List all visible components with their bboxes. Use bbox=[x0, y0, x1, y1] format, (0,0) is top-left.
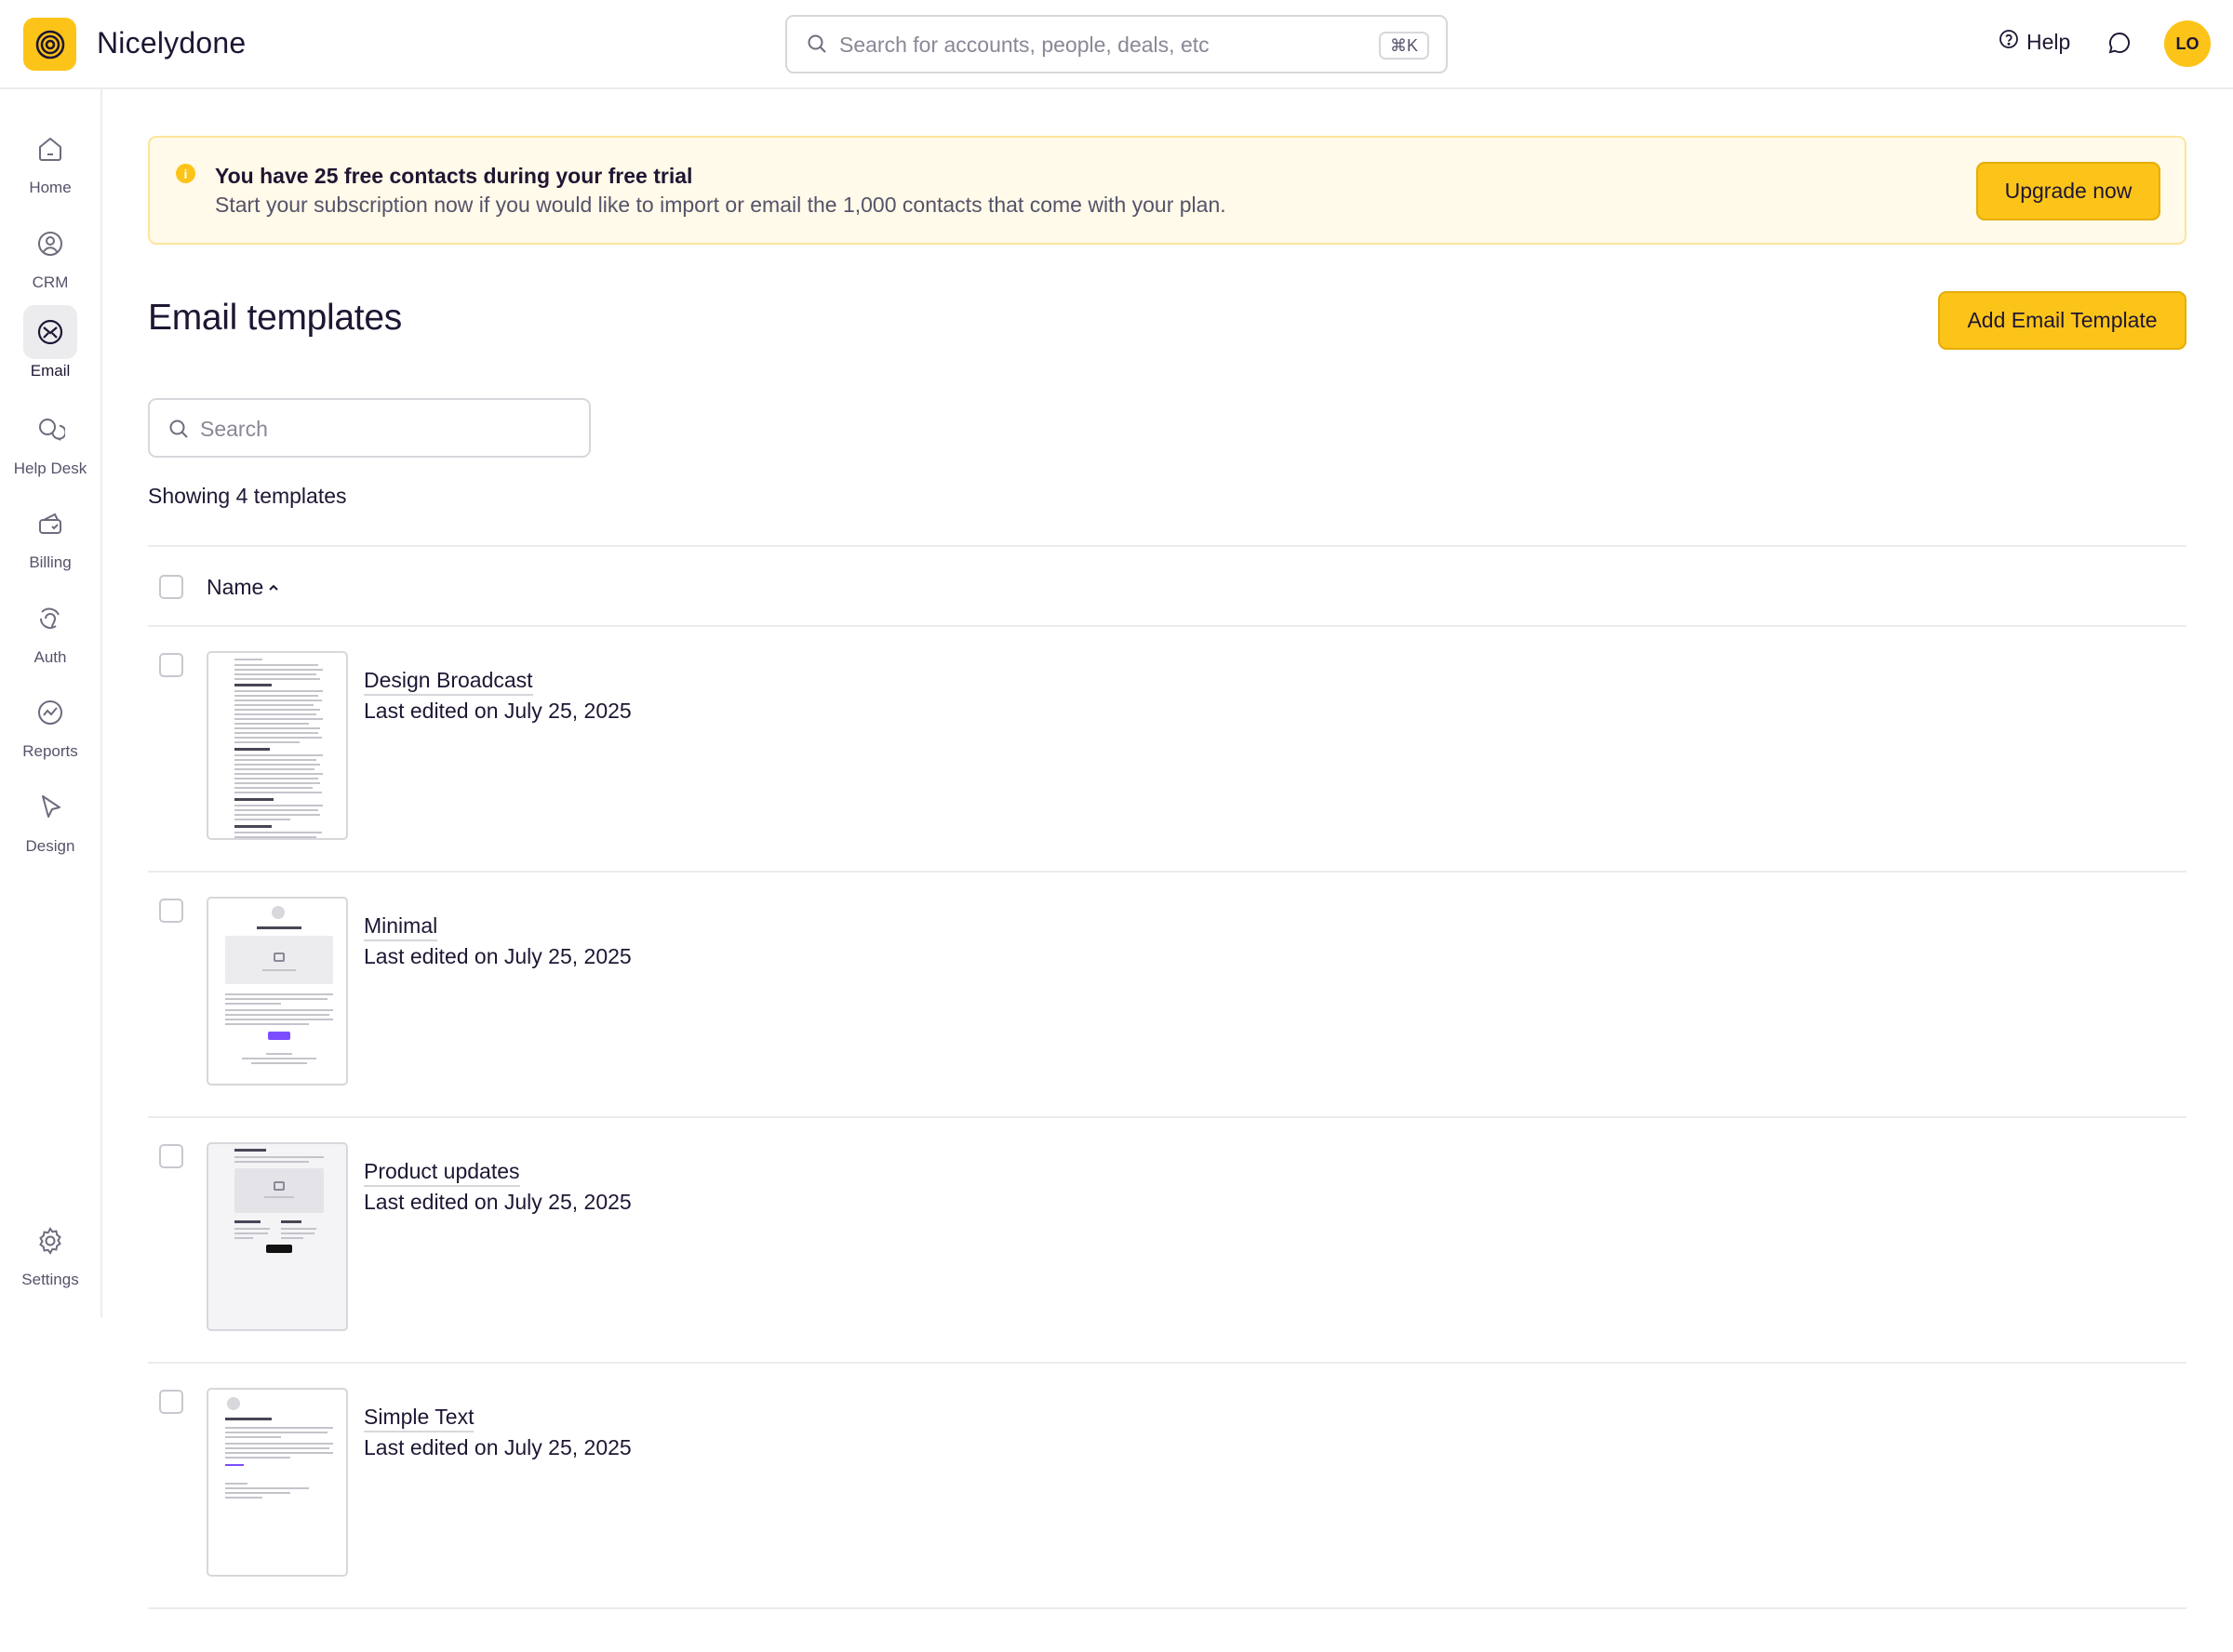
page-title: Email templates bbox=[148, 298, 402, 338]
home-icon bbox=[23, 122, 77, 176]
template-last-edited: Last edited on July 25, 2025 bbox=[364, 1435, 632, 1459]
name-column-header[interactable]: Name bbox=[207, 575, 280, 600]
template-search[interactable] bbox=[148, 398, 591, 458]
template-thumbnail[interactable] bbox=[207, 651, 348, 840]
sidebar: Home CRM Email Help Desk Billing Auth Re… bbox=[0, 89, 102, 1317]
table-row[interactable]: Simple Text Last edited on July 25, 2025 bbox=[148, 1364, 2186, 1609]
top-bar: Nicelydone ⌘K Help LO bbox=[0, 0, 2233, 89]
sidebar-item-auth[interactable]: Auth bbox=[0, 592, 100, 675]
banner-title: You have 25 free contacts during your fr… bbox=[215, 164, 693, 188]
sidebar-item-crm[interactable]: CRM bbox=[0, 217, 100, 300]
user-circle-icon bbox=[23, 217, 77, 271]
sidebar-item-label: Home bbox=[29, 179, 72, 196]
sidebar-item-label: Design bbox=[25, 837, 75, 855]
template-last-edited: Last edited on July 25, 2025 bbox=[364, 944, 632, 968]
chart-icon bbox=[23, 686, 77, 739]
template-thumbnail[interactable] bbox=[207, 897, 348, 1086]
chat-bubbles-icon bbox=[23, 403, 77, 457]
sidebar-item-label: Billing bbox=[29, 553, 72, 571]
template-name-link[interactable]: Simple Text bbox=[364, 1405, 475, 1432]
sidebar-item-email[interactable]: Email bbox=[0, 305, 100, 389]
template-search-input[interactable] bbox=[200, 410, 572, 447]
help-label: Help bbox=[2026, 29, 2071, 54]
table-row[interactable]: Product updates Last edited on July 25, … bbox=[148, 1118, 2186, 1364]
sidebar-item-help-desk[interactable]: Help Desk bbox=[0, 403, 100, 486]
row-checkbox[interactable] bbox=[159, 1390, 183, 1414]
user-avatar[interactable]: LO bbox=[2164, 20, 2211, 67]
sidebar-item-label: Settings bbox=[21, 1271, 79, 1288]
row-checkbox[interactable] bbox=[159, 899, 183, 923]
row-checkbox[interactable] bbox=[159, 1144, 183, 1168]
table-row[interactable]: Design Broadcast Last edited on July 25,… bbox=[148, 627, 2186, 873]
question-circle-icon bbox=[1999, 29, 2019, 55]
email-icon bbox=[23, 305, 77, 359]
template-last-edited: Last edited on July 25, 2025 bbox=[364, 1190, 632, 1214]
add-email-template-button[interactable]: Add Email Template bbox=[1938, 291, 2186, 350]
billing-icon bbox=[23, 497, 77, 551]
sidebar-item-label: CRM bbox=[32, 273, 69, 291]
row-checkbox[interactable] bbox=[159, 653, 183, 677]
chat-icon[interactable] bbox=[2106, 30, 2133, 60]
template-name-link[interactable]: Product updates bbox=[364, 1159, 520, 1187]
sidebar-item-label: Help Desk bbox=[13, 460, 87, 477]
table-header: Name bbox=[148, 545, 2186, 627]
template-thumbnail[interactable] bbox=[207, 1388, 348, 1577]
search-shortcut-badge: ⌘K bbox=[1378, 32, 1429, 60]
template-name-link[interactable]: Design Broadcast bbox=[364, 668, 533, 696]
templates-table: Name Design Broadcast Last edited on Jul… bbox=[148, 545, 2186, 1609]
app-name: Nicelydone bbox=[97, 26, 247, 60]
cursor-icon bbox=[23, 780, 77, 834]
template-last-edited: Last edited on July 25, 2025 bbox=[364, 699, 632, 723]
search-icon bbox=[806, 33, 828, 60]
sidebar-item-design[interactable]: Design bbox=[0, 780, 100, 864]
sidebar-item-label: Auth bbox=[33, 648, 67, 666]
sidebar-item-reports[interactable]: Reports bbox=[0, 686, 100, 769]
select-all-checkbox[interactable] bbox=[159, 575, 183, 599]
global-search-input[interactable] bbox=[839, 26, 1342, 63]
trial-banner: i You have 25 free contacts during your … bbox=[148, 136, 2186, 245]
table-row[interactable]: Minimal Last edited on July 25, 2025 bbox=[148, 873, 2186, 1118]
banner-text: Start your subscription now if you would… bbox=[215, 193, 1226, 217]
template-count: Showing 4 templates bbox=[148, 484, 347, 508]
search-icon bbox=[167, 418, 190, 445]
column-label: Name bbox=[207, 575, 264, 599]
fingerprint-icon bbox=[23, 592, 77, 646]
spiral-icon[interactable] bbox=[23, 18, 76, 71]
sidebar-item-label: Email bbox=[30, 362, 71, 380]
template-name-link[interactable]: Minimal bbox=[364, 913, 438, 941]
sidebar-item-label: Reports bbox=[22, 742, 78, 760]
gear-icon bbox=[23, 1214, 77, 1268]
info-icon: i bbox=[176, 164, 195, 183]
help-link[interactable]: Help bbox=[1999, 29, 2070, 55]
global-search[interactable]: ⌘K bbox=[785, 15, 1448, 73]
template-thumbnail[interactable] bbox=[207, 1142, 348, 1331]
sidebar-item-home[interactable]: Home bbox=[0, 122, 100, 206]
sidebar-item-billing[interactable]: Billing bbox=[0, 497, 100, 580]
sidebar-item-settings[interactable]: Settings bbox=[0, 1214, 100, 1298]
chevron-up-icon bbox=[267, 575, 280, 600]
upgrade-button[interactable]: Upgrade now bbox=[1976, 162, 2160, 220]
